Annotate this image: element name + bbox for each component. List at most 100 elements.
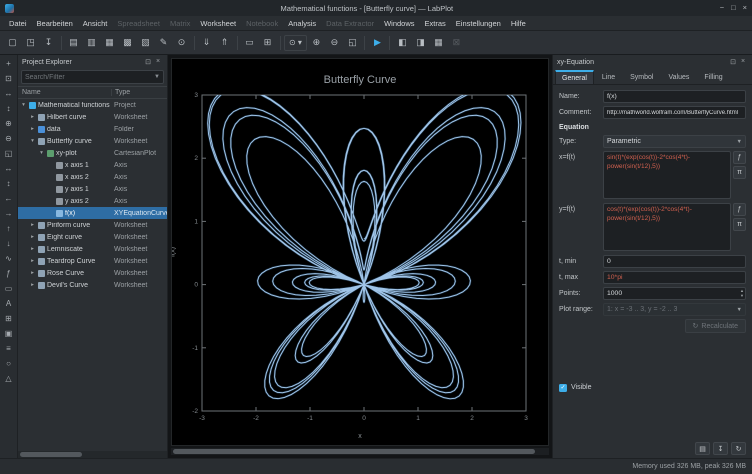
tree-row[interactable]: ▾ Mathematical functions Project: [18, 99, 167, 111]
spin-down-icon[interactable]: ▼: [740, 293, 744, 298]
new-project-icon[interactable]: ▢: [4, 34, 21, 51]
new-workbook-icon[interactable]: ▥: [83, 34, 100, 51]
explorer-hscroll-thumb[interactable]: [20, 452, 82, 457]
expander-icon[interactable]: ▸: [29, 282, 36, 288]
import-data-icon[interactable]: ⇓: [198, 34, 215, 51]
zoom-in-icon[interactable]: ⊕: [308, 34, 325, 51]
menu-item[interactable]: Einstellungen: [451, 19, 506, 28]
dock-tab[interactable]: Symbol: [623, 70, 660, 84]
menu-item[interactable]: Matrix: [165, 19, 195, 28]
new-folder-icon[interactable]: ▤: [65, 34, 82, 51]
zoom-select-icon[interactable]: ⊡: [2, 72, 16, 85]
visible-checkbox[interactable]: ✓: [559, 383, 567, 392]
tree-row[interactable]: y axis 1 Axis: [18, 183, 167, 195]
auto-scale-icon[interactable]: ◱: [2, 147, 16, 160]
add-xy-curve-icon[interactable]: ∿: [2, 252, 16, 265]
navigate-icon[interactable]: +: [2, 57, 16, 70]
menu-item[interactable]: Bearbeiten: [32, 19, 78, 28]
plot-zoom-in-icon[interactable]: ⊕: [2, 117, 16, 130]
x-equation-input[interactable]: sin(t)*(exp(cos(t))-2*cos(4*t)-power(sin…: [603, 151, 731, 199]
close-panel-icon[interactable]: ×: [738, 58, 748, 66]
menu-item[interactable]: Windows: [379, 19, 419, 28]
shift-left-icon[interactable]: ←: [2, 192, 16, 205]
tree-row[interactable]: f(x) XYEquationCurve: [18, 207, 167, 219]
points-spinner[interactable]: [603, 287, 746, 300]
insert-constant-icon[interactable]: π: [733, 218, 746, 231]
worksheet[interactable]: Butterfly Curve -3 -2 -1 0 1 2 3 -2 -1 0 1 2 3 x f(x…: [171, 58, 549, 446]
open-project-icon[interactable]: ◳: [22, 34, 39, 51]
menu-item[interactable]: Ansicht: [78, 19, 113, 28]
tree-row[interactable]: ▸ Teardrop Curve Worksheet: [18, 255, 167, 267]
tree-row[interactable]: ▸ Lemniscate Worksheet: [18, 243, 167, 255]
menu-item[interactable]: Hilfe: [506, 19, 531, 28]
export-icon[interactable]: ⇑: [216, 34, 233, 51]
search-input[interactable]: [25, 73, 155, 81]
horizontal-layout-icon[interactable]: ◨: [412, 34, 429, 51]
zoom-y-select-icon[interactable]: ↕: [2, 102, 16, 115]
close-panel-icon[interactable]: ×: [153, 58, 163, 66]
tmin-input[interactable]: [603, 255, 746, 268]
explorer-hscrollbar[interactable]: [18, 451, 167, 458]
comment-input[interactable]: [603, 106, 746, 119]
plot-range-select[interactable]: 1: x = -3 .. 3, y = -2 .. 3 ▼: [603, 303, 746, 316]
add-equation-curve-icon[interactable]: ƒ: [2, 267, 16, 280]
equation-type-select[interactable]: Parametric ▼: [603, 135, 746, 148]
worksheet-hscrollbar[interactable]: [171, 448, 549, 455]
toolbar-separator[interactable]: [277, 34, 283, 51]
new-note-icon[interactable]: ✎: [155, 34, 172, 51]
tree-row[interactable]: ▸ Rose Curve Worksheet: [18, 267, 167, 279]
add-info-element-icon[interactable]: ≡: [2, 342, 16, 355]
add-image-icon[interactable]: ▣: [2, 327, 16, 340]
toolbar-separator[interactable]: [234, 34, 240, 51]
add-plot-icon[interactable]: ⊞: [2, 312, 16, 325]
save-template-icon[interactable]: ↧: [713, 442, 728, 455]
menu-item[interactable]: Spreadsheet: [112, 19, 165, 28]
shift-down-icon[interactable]: ↓: [2, 237, 16, 250]
column-type[interactable]: Type: [111, 89, 167, 96]
expander-icon[interactable]: ▸: [29, 126, 36, 132]
save-project-icon[interactable]: ↧: [40, 34, 57, 51]
toolbar-separator[interactable]: [387, 34, 393, 51]
toolbar-separator[interactable]: [58, 34, 64, 51]
insert-constant-icon[interactable]: π: [733, 166, 746, 179]
new-plot-icon[interactable]: ⊞: [259, 34, 276, 51]
restore-defaults-icon[interactable]: ↻: [731, 442, 746, 455]
filter-icon[interactable]: ▼: [154, 74, 160, 80]
float-panel-icon[interactable]: ⊡: [143, 58, 153, 66]
expander-icon[interactable]: ▾: [38, 150, 45, 156]
new-datapicker-icon[interactable]: ⊙: [173, 34, 190, 51]
spinner-arrows[interactable]: ▲ ▼: [740, 287, 744, 300]
auto-scale-y-icon[interactable]: ↕: [2, 177, 16, 190]
tree-row[interactable]: x axis 1 Axis: [18, 159, 167, 171]
tree-row[interactable]: ▸ Hilbert curve Worksheet: [18, 111, 167, 123]
insert-function-icon[interactable]: ƒ: [733, 151, 746, 164]
expander-icon[interactable]: ▸: [29, 234, 36, 240]
tree-row[interactable]: ▸ Piriform curve Worksheet: [18, 219, 167, 231]
tree-row[interactable]: ▸ Devil's Curve Worksheet: [18, 279, 167, 291]
y-equation-input[interactable]: cos(t)*(exp(cos(t))-2*cos(4*t)-power(sin…: [603, 203, 731, 251]
expander-icon[interactable]: ▾: [20, 102, 27, 108]
break-layout-icon[interactable]: ⊠: [448, 34, 465, 51]
zoom-fit-icon[interactable]: ◱: [344, 34, 361, 51]
recalculate-button[interactable]: ↻ Recalculate: [684, 319, 746, 333]
toolbar-separator[interactable]: [191, 34, 197, 51]
new-worksheet-icon[interactable]: ▧: [137, 34, 154, 51]
expander-icon[interactable]: ▸: [29, 246, 36, 252]
menu-item[interactable]: Datei: [4, 19, 32, 28]
zoom-x-select-icon[interactable]: ↔: [2, 87, 16, 100]
tree-row[interactable]: y axis 2 Axis: [18, 195, 167, 207]
menu-item[interactable]: Extras: [420, 19, 451, 28]
maximize-button[interactable]: □: [731, 4, 736, 12]
dock-tab[interactable]: Line: [595, 70, 622, 84]
float-panel-icon[interactable]: ⊡: [728, 58, 738, 66]
vertical-layout-icon[interactable]: ◧: [394, 34, 411, 51]
tree-row[interactable]: ▾ Butterfly curve Worksheet: [18, 135, 167, 147]
minimize-button[interactable]: −: [720, 4, 724, 12]
new-matrix-icon[interactable]: ▩: [119, 34, 136, 51]
menu-item[interactable]: Worksheet: [195, 19, 241, 28]
tree-row[interactable]: ▸ data Folder: [18, 123, 167, 135]
presenter-mode-icon[interactable]: ▶: [369, 34, 386, 51]
expander-icon[interactable]: ▸: [29, 258, 36, 264]
close-button[interactable]: ×: [743, 4, 747, 12]
expander-icon[interactable]: ▸: [29, 270, 36, 276]
